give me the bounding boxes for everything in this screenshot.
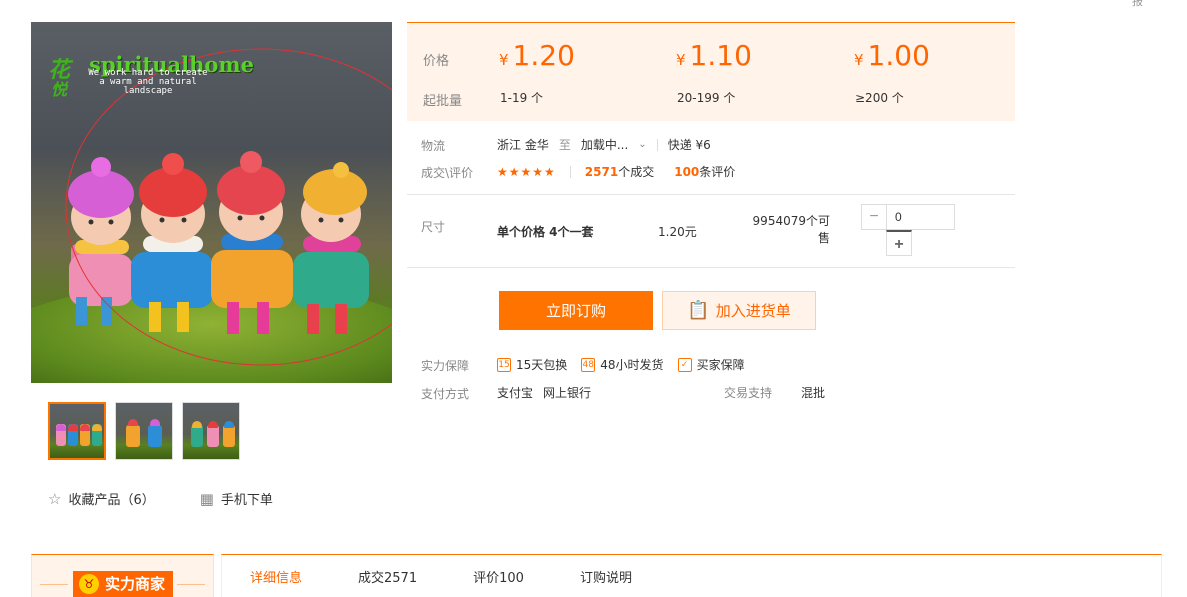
- tier-1-qty: 1-19 个: [500, 91, 544, 105]
- quantity-minus-button[interactable]: −: [861, 204, 887, 230]
- payment-alipay: 支付宝: [497, 386, 534, 400]
- sku-stock: 9954079个可售: [752, 214, 830, 245]
- trade-support-label: 交易支持: [724, 386, 773, 400]
- min-order-label: 起批量: [423, 94, 463, 109]
- decor-line: [177, 584, 205, 585]
- shipping-clock-icon: 48: [581, 357, 596, 372]
- power-seller-badge: ♉ 实力商家: [73, 571, 174, 597]
- decor-line: [40, 584, 68, 585]
- deal-count-link[interactable]: 2571个成交: [585, 163, 654, 180]
- divider: [569, 165, 571, 178]
- favorite-button[interactable]: ☆ 收藏产品（6）: [48, 489, 155, 509]
- tier-2-qty: 20-199 个: [677, 91, 736, 105]
- price-label: 价格: [423, 54, 450, 69]
- ship-destination-select[interactable]: 加载中...: [581, 136, 628, 153]
- review-count-link[interactable]: 100条评价: [674, 163, 735, 180]
- price-panel: 价格 起批量 ¥ 1.20 ¥ 1.10 ¥ 1.00 1-19 个 20-19…: [407, 22, 1015, 121]
- ship-to-word: 至: [558, 138, 571, 152]
- sku-name: 单个价格 4个一套: [497, 225, 594, 239]
- payment-label: 支付方式: [421, 387, 470, 401]
- add-to-cart-button[interactable]: 📋 加入进货单: [662, 291, 816, 330]
- divider-line: [407, 194, 1015, 195]
- clipboard-icon: 📋: [687, 300, 710, 321]
- order-now-button[interactable]: 立即订购: [499, 291, 653, 330]
- currency-symbol: ¥: [676, 51, 686, 69]
- thumbnail-2[interactable]: [115, 402, 173, 460]
- thumbnail-3[interactable]: [182, 402, 240, 460]
- rating-stars-icon: ★★★★★: [497, 164, 556, 179]
- power-seller-label: 实力商家: [105, 575, 166, 593]
- product-actions: ☆ 收藏产品（6） ▦ 手机下单: [48, 489, 273, 509]
- shield-icon: ✓: [677, 357, 692, 372]
- logistics-row: 浙江 金华 至 加载中... ⌄ 快递 ¥6: [497, 136, 711, 153]
- size-label: 尺寸: [421, 220, 446, 234]
- guarantee-48h[interactable]: 48 48小时发货: [581, 356, 664, 373]
- thumbnail-1[interactable]: [48, 402, 106, 460]
- currency-symbol: ¥: [854, 51, 864, 69]
- tab-reviews[interactable]: 评价100: [445, 555, 552, 597]
- review-count: 100: [674, 165, 700, 179]
- tab-deals[interactable]: 成交2571: [330, 555, 445, 597]
- payment-methods: 支付宝 网上银行: [497, 384, 591, 401]
- deal-suffix: 个成交: [618, 165, 655, 179]
- tier-2-price-value: 1.10: [689, 39, 752, 72]
- review-suffix: 条评价: [699, 165, 736, 179]
- logistics-label: 物流: [421, 139, 446, 153]
- tier-2-price: ¥ 1.10: [676, 39, 752, 72]
- ship-from: 浙江 金华: [497, 138, 549, 152]
- trade-support-value: 混批: [801, 386, 826, 400]
- star-outline-icon: ☆: [48, 489, 62, 508]
- payment-online-bank: 网上银行: [543, 386, 592, 400]
- tab-order-notes[interactable]: 订购说明: [552, 555, 660, 597]
- tier-3-price-value: 1.00: [867, 39, 930, 72]
- tier-3-qty: ≥200 个: [855, 91, 904, 105]
- sku-price: 1.20元: [658, 225, 697, 239]
- guarantee-buyer[interactable]: ✓ 买家保障: [677, 356, 745, 373]
- seller-box: ♉ 实力商家: [31, 554, 214, 597]
- divider: [656, 138, 658, 151]
- mobile-order-label: 手机下单: [220, 493, 273, 508]
- quantity-plus-button[interactable]: +: [886, 230, 912, 256]
- guarantee-row: 15 15天包换 48 48小时发货 ✓ 买家保障: [497, 356, 759, 373]
- guarantee-buyer-label: 买家保障: [696, 358, 745, 372]
- guarantee-15day[interactable]: 15 15天包换: [497, 356, 567, 373]
- tier-3-price: ¥ 1.00: [854, 39, 930, 72]
- deal-review-row: ★★★★★ 2571个成交 100条评价: [497, 163, 735, 180]
- brand-tagline: We work hard to create a warm and natura…: [88, 68, 208, 96]
- quantity-input[interactable]: [886, 204, 955, 230]
- mobile-order-button[interactable]: ▦ 手机下单: [199, 489, 273, 509]
- brand-glyph-yue: 悦: [51, 80, 68, 99]
- guarantee-label: 实力保障: [421, 359, 470, 373]
- tier-1-price-value: 1.20: [512, 39, 575, 72]
- deal-count: 2571: [584, 165, 619, 179]
- currency-symbol: ¥: [499, 51, 509, 69]
- guarantee-48h-label: 48小时发货: [600, 358, 664, 372]
- corner-text: 报: [1132, 0, 1143, 8]
- deal-review-label: 成交\评价: [421, 166, 474, 180]
- tab-details[interactable]: 详细信息: [222, 555, 330, 597]
- main-product-image[interactable]: 花 悦 spiritualhome We work hard to create…: [31, 22, 392, 383]
- qr-code-icon: ▦: [199, 489, 214, 508]
- chevron-down-icon[interactable]: ⌄: [638, 139, 646, 150]
- exchange-icon: 15: [497, 357, 511, 372]
- favorite-label: 收藏产品（6）: [68, 493, 155, 508]
- detail-tabs: 详细信息 成交2571 评价100 订购说明: [221, 554, 1162, 597]
- bull-logo-icon: ♉: [79, 574, 99, 594]
- add-to-cart-label: 加入进货单: [715, 302, 791, 320]
- guarantee-15day-label: 15天包换: [516, 358, 568, 372]
- thumbnail-strip: [48, 402, 240, 460]
- shipping-fee: 快递 ¥6: [667, 138, 711, 152]
- divider-line: [407, 267, 1015, 268]
- tier-1-price: ¥ 1.20: [499, 39, 575, 72]
